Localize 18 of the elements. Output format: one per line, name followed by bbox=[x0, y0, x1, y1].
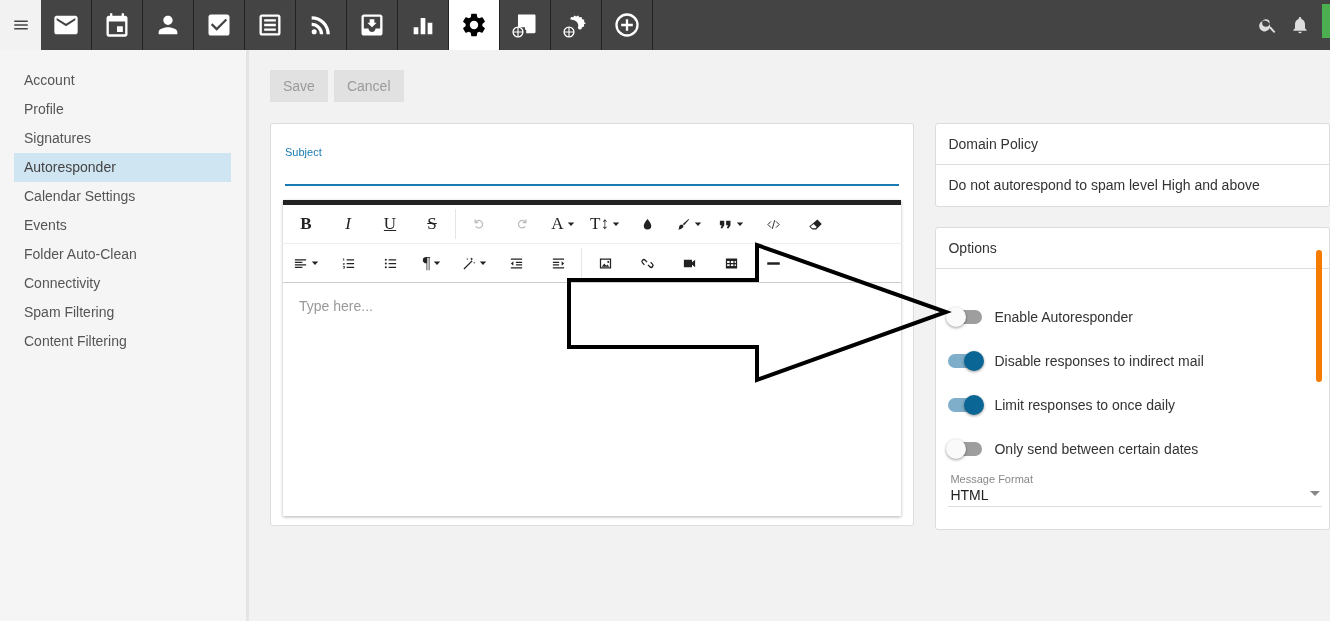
message-format-select[interactable]: Message Format HTML bbox=[948, 471, 1323, 507]
sidebar-item[interactable]: Signatures bbox=[14, 124, 231, 153]
sidebar-item[interactable]: Events bbox=[14, 211, 231, 240]
toggle-label: Only send between certain dates bbox=[994, 441, 1199, 457]
card-title: Domain Policy bbox=[936, 124, 1329, 165]
sidebar-item[interactable]: Folder Auto-Clean bbox=[14, 240, 231, 269]
toggle-label: Enable Autoresponder bbox=[994, 309, 1133, 325]
sidebar-item[interactable]: Calendar Settings bbox=[14, 182, 231, 211]
sidebar-item[interactable]: Spam Filtering bbox=[14, 298, 231, 327]
subject-field[interactable]: Subject bbox=[285, 124, 900, 186]
toggle-label: Limit responses to once daily bbox=[994, 397, 1175, 413]
sidebar-item[interactable]: Content Filtering bbox=[14, 327, 231, 356]
sidebar-item[interactable]: Profile bbox=[14, 95, 231, 124]
toggle-label: Disable responses to indirect mail bbox=[994, 353, 1204, 369]
policy-text: Do not autorespond to spam level High and above bbox=[947, 176, 1261, 195]
sidebar-item[interactable]: Account bbox=[14, 66, 231, 95]
sidebar-item[interactable]: Connectivity bbox=[14, 269, 231, 298]
sidebar-item[interactable]: Autoresponder bbox=[14, 153, 231, 182]
